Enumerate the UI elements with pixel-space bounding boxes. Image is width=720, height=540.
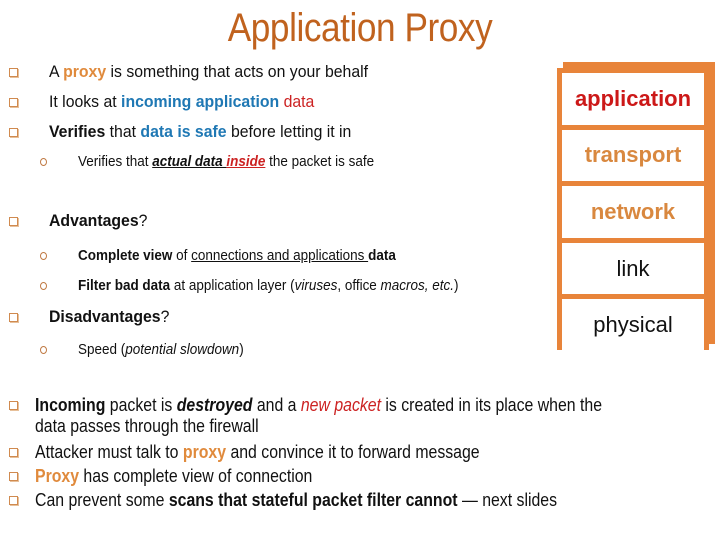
text: Attacker must talk to	[35, 442, 183, 462]
layer-application: application	[562, 73, 704, 125]
text-continuation: data passes through the firewall	[35, 416, 259, 436]
advantages-heading: Advantages	[49, 211, 139, 230]
underlined-text: connections and applications	[191, 248, 369, 264]
layer-link: link	[562, 242, 704, 295]
emphasis-text: scans that stateful packet filter cannot	[168, 490, 458, 510]
emphasis-text: actual data	[152, 154, 227, 170]
text: is created in its place when the	[381, 395, 603, 415]
emphasis-text: Filter bad data	[78, 278, 171, 294]
text: at application layer (	[170, 278, 295, 294]
emphasis-text: Verifies	[49, 122, 106, 141]
text: and a	[252, 395, 301, 415]
emphasis-text: Incoming	[35, 395, 106, 415]
square-bullet-icon	[9, 128, 18, 137]
proxy-term: proxy	[63, 62, 107, 81]
text: the packet is safe	[265, 154, 375, 170]
square-bullet-icon	[9, 98, 18, 107]
emphasis-text: data	[368, 248, 396, 264]
text: of	[172, 248, 192, 264]
text: , office	[337, 278, 381, 294]
square-bullet-icon	[9, 68, 18, 77]
slide-title: Application Proxy	[227, 6, 493, 50]
text: )	[453, 278, 459, 294]
disadvantages-heading: Disadvantages	[49, 307, 161, 326]
emphasis-text: Complete view	[78, 248, 173, 264]
square-bullet-icon	[9, 448, 18, 457]
italic-text: macros, etc.	[380, 278, 454, 294]
layer-network: network	[562, 186, 704, 238]
emphasis-text: incoming application	[121, 92, 280, 111]
text: Speed (	[78, 342, 126, 358]
circle-bullet-icon	[40, 346, 47, 354]
new-packet-term: new packet	[300, 395, 382, 415]
proxy-term: Proxy	[35, 466, 80, 486]
text: Verifies that	[78, 154, 153, 170]
text: It looks at	[49, 92, 122, 111]
text: — next slides	[457, 490, 558, 510]
text: is something that acts on your behalf	[106, 62, 369, 81]
square-bullet-icon	[9, 472, 18, 481]
layer-physical: physical	[562, 299, 704, 351]
data-term: data	[283, 92, 315, 111]
text: A	[49, 62, 64, 81]
circle-bullet-icon	[40, 252, 47, 260]
square-bullet-icon	[9, 217, 18, 226]
text: before letting it in	[226, 122, 352, 141]
text: has complete view of connection	[79, 466, 313, 486]
square-bullet-icon	[9, 496, 18, 505]
square-bullet-icon	[9, 401, 18, 410]
italic-text: potential slowdown	[125, 342, 240, 358]
text: and convince it to forward message	[226, 442, 480, 462]
circle-bullet-icon	[40, 282, 47, 290]
layer-transport: transport	[562, 129, 704, 182]
proxy-term: proxy	[182, 442, 227, 462]
text: ?	[160, 307, 170, 326]
stack-frame: application transport network link physi…	[557, 68, 709, 351]
text: )	[239, 342, 244, 358]
text: Can prevent some	[35, 490, 169, 510]
protocol-stack-diagram: application transport network link physi…	[557, 62, 715, 351]
text: ?	[138, 211, 148, 230]
text: that	[105, 122, 141, 141]
italic-text: viruses	[294, 278, 338, 294]
square-bullet-icon	[9, 313, 18, 322]
emphasis-text: destroyed	[176, 395, 253, 415]
circle-bullet-icon	[40, 158, 47, 166]
emphasis-text: inside	[226, 154, 266, 170]
text: packet is	[105, 395, 177, 415]
emphasis-text: data is safe	[140, 122, 227, 141]
